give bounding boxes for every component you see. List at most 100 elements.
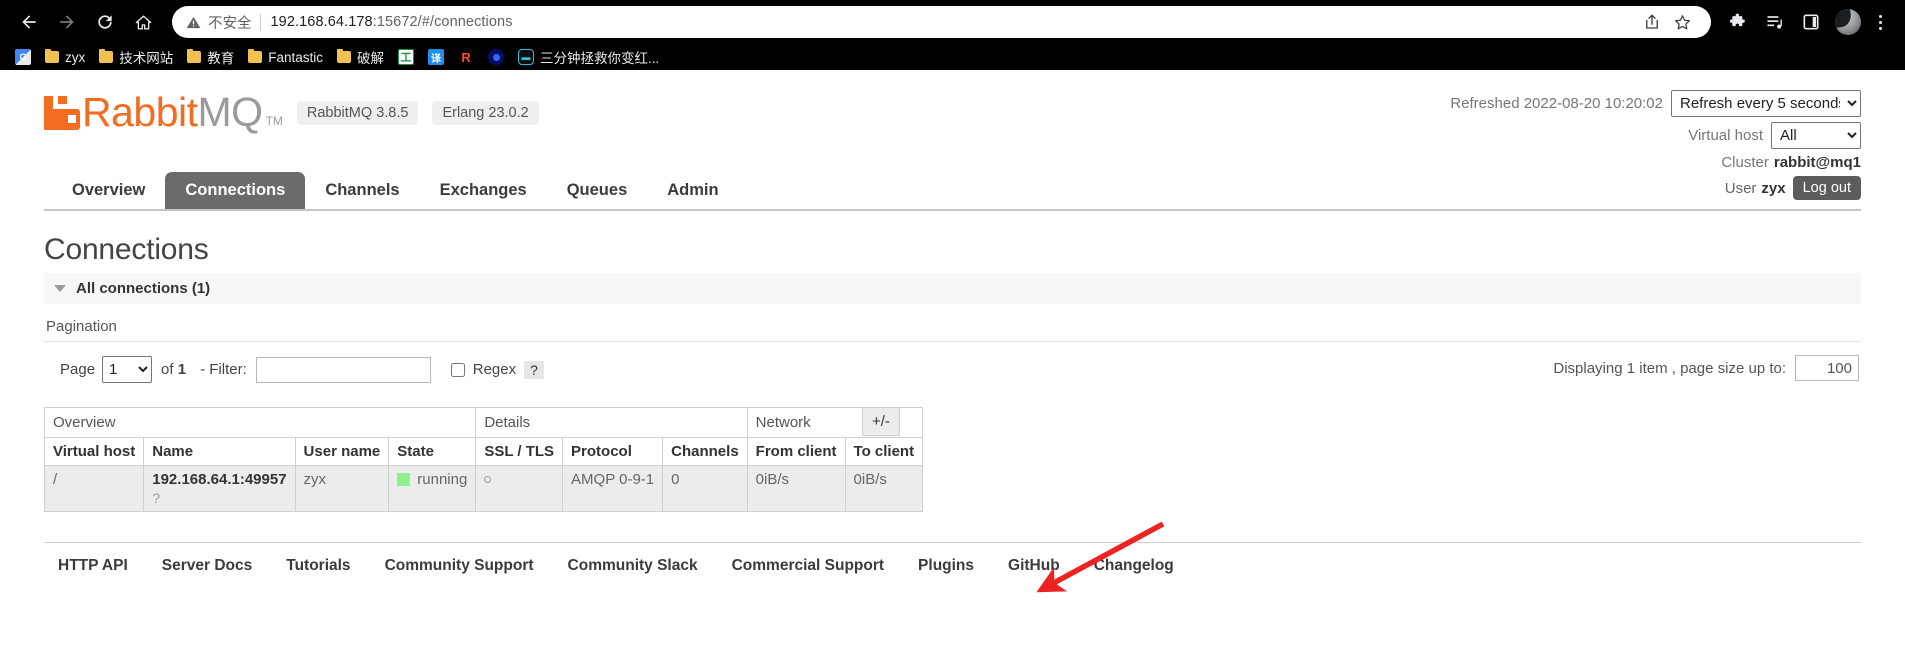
avatar-icon[interactable] [1835,9,1861,35]
page-total-text: of 1 [161,361,186,378]
column-virtual-host[interactable]: Virtual host [43,437,145,466]
state-text: running [417,471,468,488]
virtual-host-select[interactable]: All [1771,122,1861,149]
back-arrow-icon[interactable] [12,5,46,39]
omnibox-actions [1637,7,1697,37]
cluster-name: rabbit@mq1 [1773,154,1861,171]
regex-checkbox[interactable] [450,362,465,377]
bookmark-label: 破解 [357,51,385,66]
user-name: zyx [1761,179,1786,197]
trademark-label: TM [265,114,283,128]
column-user-name[interactable]: User name [294,437,390,466]
footer-link-changelog[interactable]: Changelog [1094,557,1174,575]
refreshed-timestamp: Refreshed 2022-08-20 10:20:02 [1450,95,1663,112]
folder-icon [187,49,202,63]
footer-link-http-api[interactable]: HTTP API [58,557,128,575]
url-host: 192.168.64.178 [270,14,373,30]
ssl-disabled-icon [484,476,492,483]
bookmark-green-table[interactable]: 工 [391,46,421,68]
cell-name[interactable]: 192.168.64.1:49957 ? [143,465,296,512]
omnibox-divider [259,13,261,31]
footer-link-plugins[interactable]: Plugins [918,557,974,575]
app-header: RabbitMQ TM RabbitMQ 3.8.5 Erlang 23.0.2… [44,70,1861,200]
column-to-client[interactable]: To client [844,437,924,466]
column-protocol[interactable]: Protocol [562,437,664,466]
user-row: User zyx Log out [1450,176,1861,200]
connection-name-link[interactable]: 192.168.64.1:49957 [152,471,286,488]
tab-queues[interactable]: Queues [547,172,648,209]
bookmark-folder-crack[interactable]: 破解 [330,46,391,68]
footer-link-server-docs[interactable]: Server Docs [162,557,252,575]
cell-ssl-tls [475,465,564,512]
displaying-text: Displaying 1 item , page size up to: [1553,359,1786,377]
share-icon[interactable] [1637,7,1667,37]
footer-link-community-slack[interactable]: Community Slack [568,557,698,575]
displaying-block: Displaying 1 item , page size up to: [1553,355,1859,381]
column-name[interactable]: Name [143,437,296,466]
address-bar[interactable]: 不安全 192.168.64.178:15672/#/connections [172,6,1711,38]
connections-table-area: Overview Details Network Virtual host Na… [43,407,1861,512]
star-icon[interactable] [1667,7,1697,37]
bookmark-folder-fantastic[interactable]: Fantastic [241,46,330,68]
browser-chrome: 不安全 192.168.64.178:15672/#/connections G… [0,0,1905,70]
bookmark-blue-circle[interactable] [481,46,511,68]
forward-arrow-icon[interactable] [50,5,84,39]
three-dot-menu-icon[interactable] [1867,14,1893,30]
not-secure-warning-icon[interactable] [186,15,201,30]
footer-link-community-support[interactable]: Community Support [385,557,534,575]
filter-input[interactable] [255,356,431,383]
rabbitmq-logo[interactable]: RabbitMQ TM RabbitMQ 3.8.5 Erlang 23.0.2 [44,92,539,133]
footer-link-tutorials[interactable]: Tutorials [286,557,350,575]
bookmark-label: Fantastic [268,49,324,65]
footer-link-commercial-support[interactable]: Commercial Support [732,557,884,575]
logo-mq-text: MQ [197,89,264,135]
page-size-input[interactable] [1795,355,1859,381]
of-prefix: of [161,361,174,378]
table-row[interactable]: / 192.168.64.1:49957 ? zyx running AMQP … [43,465,924,512]
toggle-columns-button[interactable]: +/- [862,407,900,436]
refresh-row: Refreshed 2022-08-20 10:20:02 Refresh ev… [1450,90,1861,117]
page-label: Page [60,361,96,378]
column-state[interactable]: State [388,437,477,466]
not-secure-label: 不安全 [208,15,252,32]
regex-help-icon[interactable]: ? [524,360,544,379]
bookmark-bilibili-video[interactable]: ▬ 三分钟拯救你变红... [511,46,666,68]
bookmark-translate[interactable]: 译 [421,46,451,68]
page-content: RabbitMQ TM RabbitMQ 3.8.5 Erlang 23.0.2… [0,70,1905,575]
omnibox-left[interactable]: 不安全 192.168.64.178:15672/#/connections [186,12,1627,33]
bookmark-google-translate[interactable]: G [8,46,38,68]
tab-admin[interactable]: Admin [647,172,738,209]
column-channels[interactable]: Channels [662,437,748,466]
cell-channels: 0 [662,465,748,512]
puzzle-piece-icon[interactable] [1723,6,1755,38]
all-connections-section-header[interactable]: All connections (1) [44,273,1861,304]
bookmark-label: 技术网站 [119,51,174,66]
tab-overview[interactable]: Overview [52,172,165,209]
reading-list-icon[interactable] [1759,6,1791,38]
column-ssl-tls[interactable]: SSL / TLS [475,437,564,466]
bookmark-label: 三分钟拯救你变红... [540,51,660,66]
reload-icon[interactable] [88,5,122,39]
bookmark-r-site[interactable]: R [451,46,481,68]
column-from-client[interactable]: From client [746,437,846,466]
url-path: :15672/#/connections [372,14,513,30]
bookmark-folder-education[interactable]: 教育 [180,46,241,68]
green-table-icon: 工 [398,49,415,65]
side-panel-icon[interactable] [1795,6,1827,38]
tab-channels[interactable]: Channels [305,172,419,209]
footer-link-github[interactable]: GitHub [1008,557,1060,575]
tab-connections[interactable]: Connections [165,172,306,209]
chevron-down-icon[interactable] [54,285,66,292]
rabbitmq-management-page: RabbitMQ TM RabbitMQ 3.8.5 Erlang 23.0.2… [0,70,1905,653]
of-total: 1 [177,361,187,378]
home-icon[interactable] [126,5,160,39]
rabbitmq-logo-icon [44,95,80,130]
bookmark-folder-zyx[interactable]: zyx [38,46,92,68]
virtual-host-label: Virtual host [1688,127,1763,144]
tab-exchanges[interactable]: Exchanges [420,172,547,209]
page-number-select[interactable]: 1 [102,356,153,383]
refresh-interval-select[interactable]: Refresh every 5 seconds [1671,90,1861,117]
logo-rabbit-text: Rabbit [82,89,198,135]
log-out-button[interactable]: Log out [1792,176,1861,200]
bookmark-folder-tech[interactable]: 技术网站 [92,46,180,68]
